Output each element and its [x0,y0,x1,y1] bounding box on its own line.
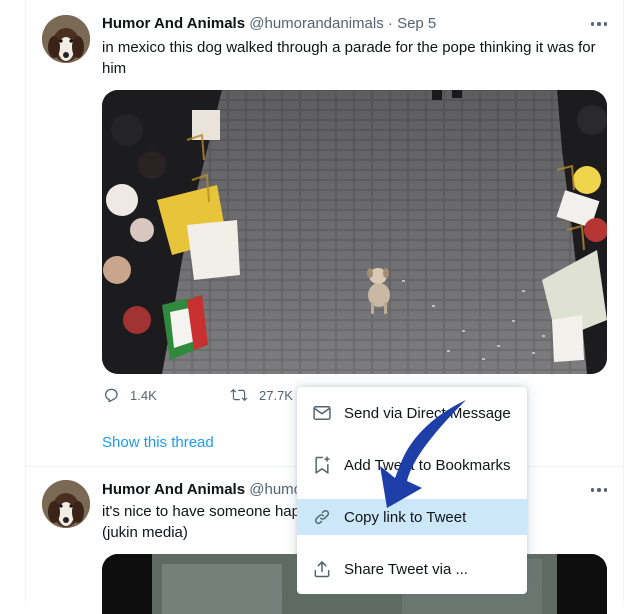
menu-item-label: Share Tweet via ... [344,560,468,578]
tweet-text-line: him [102,60,127,77]
more-dot-icon [597,22,601,26]
author-name[interactable]: Humor And Animals [102,481,245,498]
show-thread-link[interactable]: Show this thread [102,433,214,453]
menu-item-label: Send via Direct Message [344,404,511,422]
menu-item-label: Add Tweet to Bookmarks [344,456,511,474]
share-icon [311,559,333,579]
timeline-border-left [25,0,26,602]
more-dot-icon [603,22,608,26]
more-options-button[interactable] [588,17,610,31]
more-dot-icon [597,488,601,492]
retweet-button[interactable]: 27.7K [229,386,293,404]
avatar[interactable] [42,480,90,528]
reply-count: 1.4K [130,387,157,403]
menu-item-add-bookmark[interactable]: Add Tweet to Bookmarks [297,447,527,483]
reply-icon [105,388,118,403]
more-options-button[interactable] [588,483,610,497]
tweet-header: Humor And Animals @humo [102,480,302,500]
avatar-dog-image [42,15,90,63]
more-dot-icon [590,22,595,26]
retweet-icon [230,388,248,402]
tweet-text-line: in mexico this dog walked through a para… [102,39,596,56]
avatar-dog-image [42,480,90,528]
author-handle[interactable]: @humo [249,481,302,498]
envelope-icon [311,403,333,423]
more-dot-icon [590,488,595,492]
author-name[interactable]: Humor And Animals [102,15,245,32]
menu-item-send-dm[interactable]: Send via Direct Message [297,395,527,431]
parade-dog-photo [102,90,607,374]
tweet-photo[interactable] [102,90,607,374]
timeline-border-right [623,0,624,602]
avatar[interactable] [42,15,90,63]
menu-item-copy-link[interactable]: Copy link to Tweet [297,499,527,535]
link-icon [311,507,333,527]
reply-button[interactable]: 1.4K [102,386,157,404]
menu-item-label: Copy link to Tweet [344,508,467,526]
separator-dot: · [387,15,393,32]
retweet-count: 27.7K [259,387,293,403]
share-menu: Send via Direct Message Add Tweet to Boo… [297,387,527,594]
tweet-text: in mexico this dog walked through a para… [102,37,607,79]
menu-item-share-via[interactable]: Share Tweet via ... [297,551,527,587]
bookmark-add-icon [311,455,333,475]
tweet-header: Humor And Animals @humorandanimals · Sep… [102,14,436,34]
tweet-date[interactable]: Sep 5 [397,15,436,32]
author-handle[interactable]: @humorandanimals [249,15,383,32]
more-dot-icon [603,488,608,492]
